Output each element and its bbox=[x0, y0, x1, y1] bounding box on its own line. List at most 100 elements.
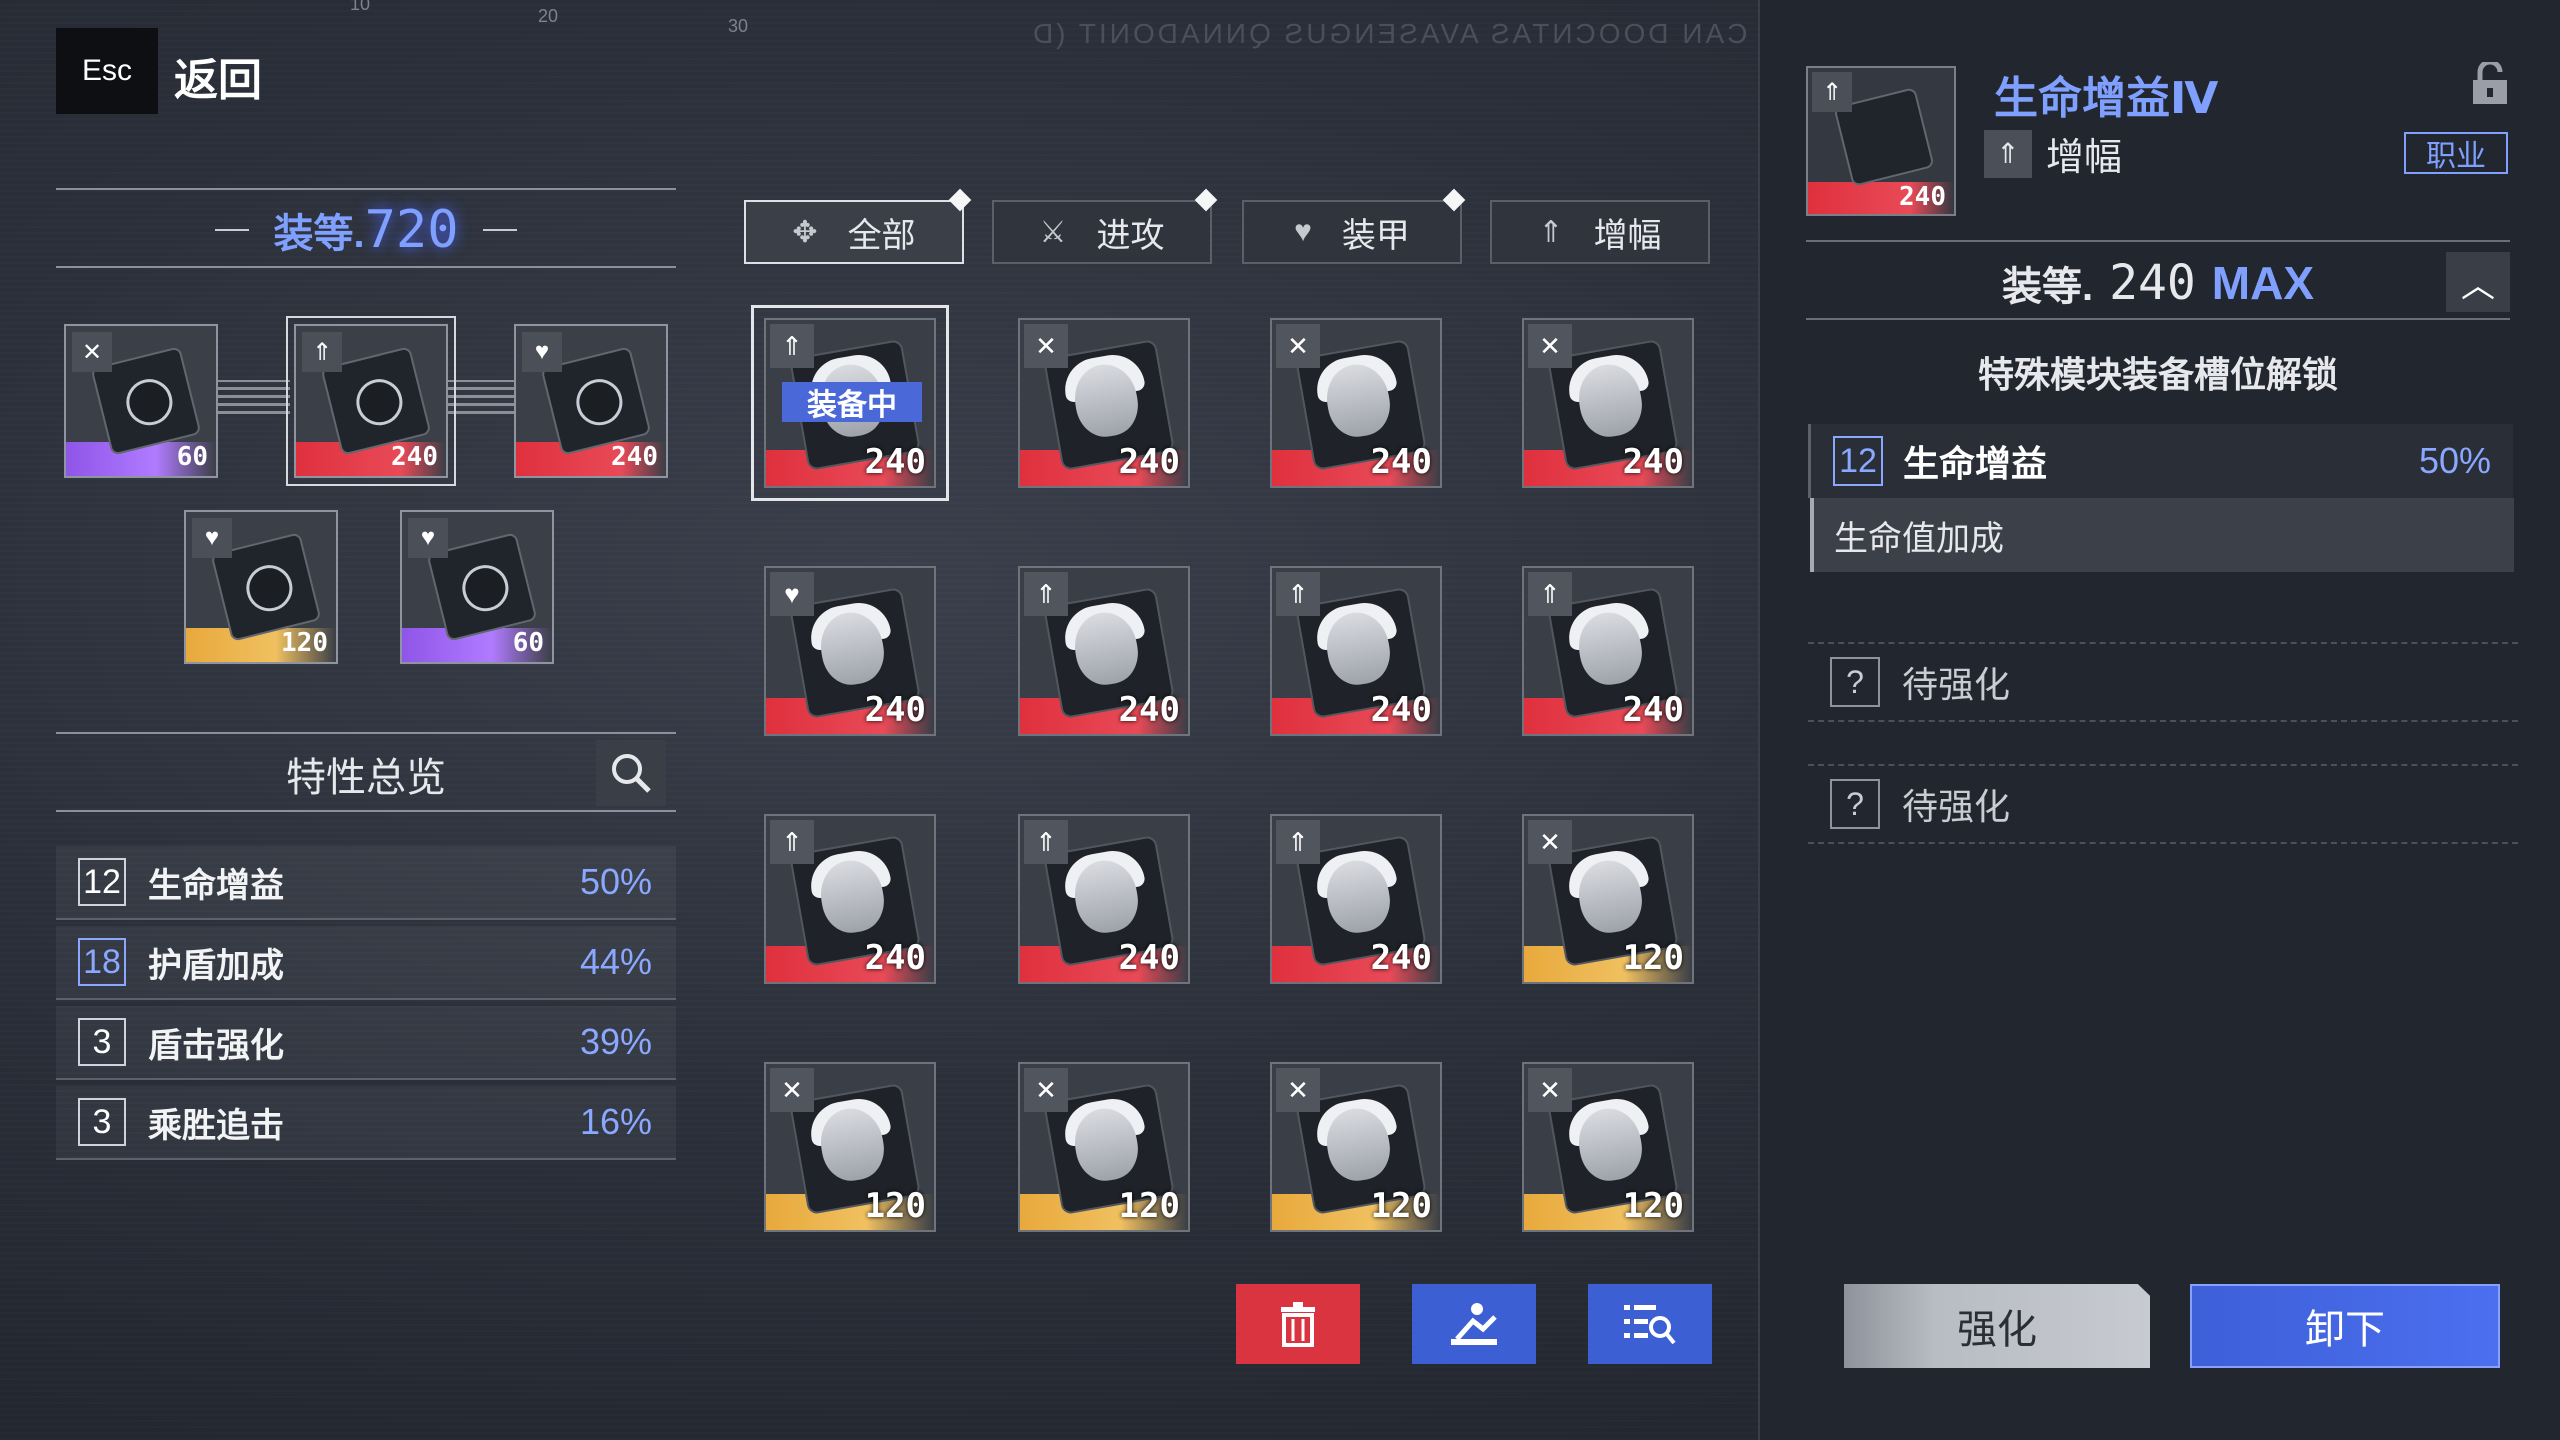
card-level: 240 bbox=[1370, 938, 1432, 978]
arrow-up-icon: ⇑ bbox=[1528, 572, 1572, 616]
equipped-slot-2[interactable]: ⇑ 240 bbox=[286, 316, 456, 486]
tab-label: 全部 bbox=[847, 216, 916, 255]
slot-level: 120 bbox=[281, 628, 328, 658]
arrow-up-icon: ⇑ bbox=[770, 324, 814, 368]
esc-key[interactable]: Esc bbox=[56, 28, 158, 114]
module-card[interactable]: ⇑ 240 bbox=[1018, 566, 1190, 736]
traits-overview-title: 特性总览 bbox=[286, 756, 446, 800]
trait-count: 12 bbox=[1833, 436, 1883, 486]
enhance-button[interactable]: 强化 bbox=[1844, 1284, 2150, 1368]
module-title: 生命增益Ⅳ bbox=[1994, 74, 2219, 123]
card-level: 120 bbox=[1118, 1186, 1180, 1226]
arrow-up-icon: ⇑ bbox=[1812, 72, 1852, 112]
module-card[interactable]: ♥ 240 bbox=[764, 566, 936, 736]
ruler-tick-30: 30 bbox=[728, 16, 749, 36]
sword-icon: ✕ bbox=[1528, 1068, 1572, 1112]
module-card[interactable]: ⇑ 240 装备中 bbox=[751, 305, 949, 501]
card-level: 120 bbox=[864, 1186, 926, 1226]
trait-count: 3 bbox=[78, 1018, 126, 1066]
decorative-code-text: CAN DOOCNTAS AVASENGUS QNNADONIT (D bbox=[1030, 18, 1748, 49]
slot-connector bbox=[444, 380, 518, 414]
back-button[interactable]: 返回 bbox=[174, 44, 262, 108]
tab-label: 增幅 bbox=[1593, 216, 1662, 255]
tab-all[interactable]: ✥ 全部 bbox=[744, 200, 964, 264]
equipped-slot-5[interactable]: ♥ 60 bbox=[400, 510, 554, 664]
card-level: 240 bbox=[1118, 690, 1180, 730]
auto-equip-button[interactable] bbox=[1412, 1284, 1536, 1364]
card-level: 120 bbox=[1370, 1186, 1432, 1226]
chevron-up-icon: ︿ bbox=[2461, 266, 2495, 305]
card-level: 240 bbox=[1622, 442, 1684, 482]
divider bbox=[56, 266, 676, 268]
trait-percent: 50% bbox=[2418, 440, 2491, 481]
arrow-up-icon: ⇑ bbox=[1276, 572, 1320, 616]
pending-slot-2[interactable]: ? 待强化 bbox=[1808, 764, 2518, 844]
sword-icon: ✕ bbox=[1024, 324, 1068, 368]
arrow-up-icon: ⇑ bbox=[1276, 820, 1320, 864]
job-badge[interactable]: 职业 bbox=[2404, 132, 2508, 174]
equipped-slot-4[interactable]: ♥ 120 bbox=[184, 510, 338, 664]
trait-percent: 44% bbox=[579, 941, 652, 982]
module-card[interactable]: ⇑ 240 bbox=[1270, 566, 1442, 736]
equipped-slot-3[interactable]: ♥ 240 bbox=[514, 324, 668, 478]
collapse-button[interactable]: ︿ bbox=[2446, 252, 2510, 312]
module-card[interactable]: ✕ 240 bbox=[1270, 318, 1442, 488]
trait-row[interactable]: 18 护盾加成 44% bbox=[56, 926, 676, 1000]
divider bbox=[1806, 240, 2510, 242]
module-card[interactable]: ✕ 240 bbox=[1018, 318, 1190, 488]
trait-row[interactable]: 3 乘胜追击 16% bbox=[56, 1086, 676, 1160]
auto-equip-icon bbox=[1451, 1303, 1497, 1345]
tab-label: 装甲 bbox=[1341, 216, 1410, 255]
tab-boost[interactable]: ⇑ 增幅 bbox=[1490, 200, 1710, 264]
arrow-up-icon: ⇑ bbox=[1024, 820, 1068, 864]
trash-icon bbox=[1281, 1302, 1315, 1347]
module-card[interactable]: ⇑ 240 bbox=[1270, 814, 1442, 984]
unlock-text: 特殊模块装备槽位解锁 bbox=[1977, 354, 2338, 395]
module-card[interactable]: ✕ 240 bbox=[1522, 318, 1694, 488]
module-card[interactable]: ⇑ 240 bbox=[764, 814, 936, 984]
trait-search-button[interactable] bbox=[596, 740, 666, 806]
module-trait[interactable]: 12 生命增益 50% bbox=[1808, 424, 2513, 498]
pending-label: 待强化 bbox=[1902, 786, 2011, 827]
module-card[interactable]: ✕ 120 bbox=[1018, 1062, 1190, 1232]
trait-row[interactable]: 3 盾击强化 39% bbox=[56, 1006, 676, 1080]
tab-attack[interactable]: ⚔ 进攻 bbox=[992, 200, 1212, 264]
unequip-button[interactable]: 卸下 bbox=[2190, 1284, 2500, 1368]
sword-icon: ✕ bbox=[1528, 820, 1572, 864]
gear-max: MAX bbox=[2211, 257, 2315, 309]
module-gear-level: 装等. 240 MAX bbox=[1806, 248, 2510, 318]
sword-icon: ✕ bbox=[1024, 1068, 1068, 1112]
slot-level: 60 bbox=[512, 628, 544, 658]
filter-list-button[interactable] bbox=[1588, 1284, 1712, 1364]
module-card[interactable]: ✕ 120 bbox=[1522, 1062, 1694, 1232]
trait-name: 生命增益 bbox=[1903, 443, 2048, 484]
slot-level: 60 bbox=[176, 442, 208, 472]
module-card[interactable]: ⇑ 240 bbox=[1522, 566, 1694, 736]
gear-label: 装等. bbox=[2001, 265, 2094, 309]
trait-percent: 39% bbox=[579, 1021, 652, 1062]
gear-value: 720 bbox=[364, 200, 459, 260]
pending-slot-1[interactable]: ? 待强化 bbox=[1808, 642, 2518, 722]
icon-level: 240 bbox=[1899, 182, 1946, 212]
heart-shield-icon: ♥ bbox=[1294, 215, 1312, 248]
delete-button[interactable] bbox=[1236, 1284, 1360, 1364]
heart-shield-icon: ♥ bbox=[192, 518, 232, 558]
module-card[interactable]: ✕ 120 bbox=[1522, 814, 1694, 984]
equipped-slot-1[interactable]: ✕ 60 bbox=[64, 324, 218, 478]
module-card[interactable]: ⇑ 240 bbox=[1018, 814, 1190, 984]
sword-icon: ✕ bbox=[1276, 324, 1320, 368]
trait-row[interactable]: 12 生命增益 50% bbox=[56, 846, 676, 920]
slot-level: 240 bbox=[611, 442, 658, 472]
dash-left bbox=[215, 229, 250, 231]
module-card[interactable]: ✕ 120 bbox=[764, 1062, 936, 1232]
module-card[interactable]: ✕ 120 bbox=[1270, 1062, 1442, 1232]
lock-icon[interactable] bbox=[2470, 59, 2510, 106]
tab-armor[interactable]: ♥ 装甲 bbox=[1242, 200, 1462, 264]
trait-description: 生命值加成 bbox=[1810, 498, 2514, 572]
card-level: 240 bbox=[1118, 442, 1180, 482]
trait-name: 乘胜追击 bbox=[148, 1106, 284, 1145]
slot-level: 240 bbox=[391, 442, 438, 472]
module-type-label: 增幅 bbox=[2046, 137, 2123, 179]
card-level: 240 bbox=[864, 938, 926, 978]
trait-name: 护盾加成 bbox=[148, 946, 284, 985]
